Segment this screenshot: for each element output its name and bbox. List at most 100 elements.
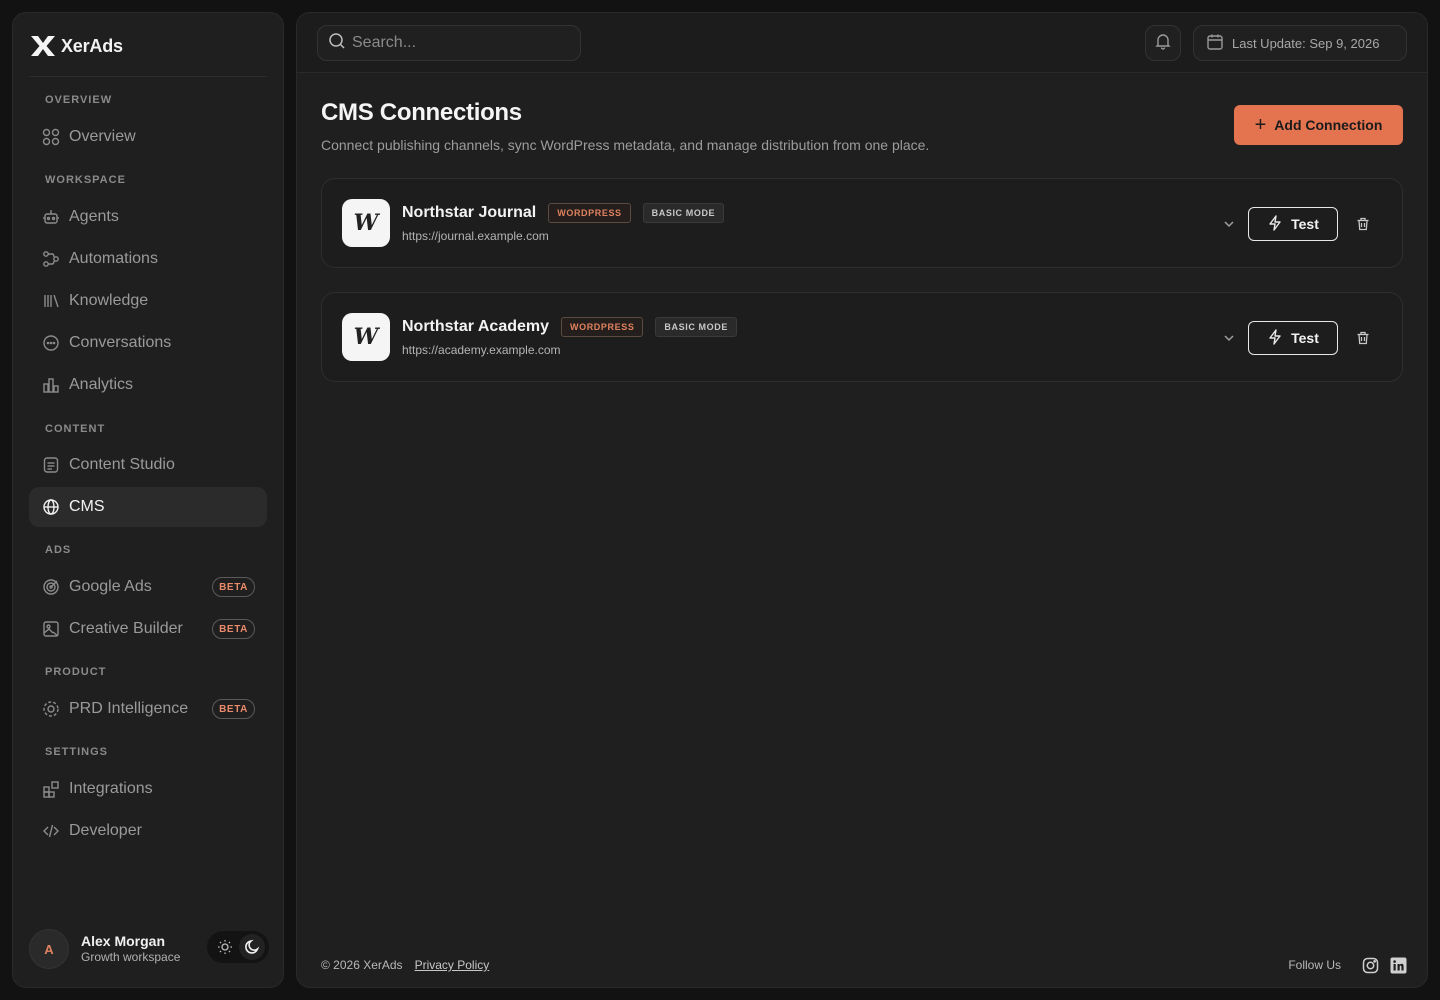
section-ads: ADS: [45, 544, 72, 556]
connection-name: Northstar Academy: [402, 318, 550, 335]
instagram-icon[interactable]: [1361, 956, 1379, 974]
sidebar: XerAds OVERVIEW Overview WORKSPACE Agent…: [12, 12, 284, 988]
bell-icon: [1154, 32, 1172, 55]
sidebar-item-label: Developer: [69, 822, 142, 839]
divider: [29, 76, 267, 77]
sidebar-item-conversations[interactable]: Conversations: [29, 323, 267, 363]
connection-url: https://academy.example.com: [402, 343, 561, 357]
chevron-down-icon[interactable]: [1220, 215, 1238, 233]
sidebar-item-overview[interactable]: Overview: [29, 117, 267, 157]
last-update-text: Last Update: Sep 9, 2026: [1232, 35, 1380, 51]
globe-icon: [42, 498, 60, 516]
trash-icon[interactable]: [1354, 215, 1372, 233]
search-box[interactable]: [317, 25, 581, 61]
chevron-down-icon[interactable]: [1220, 329, 1238, 347]
sidebar-item-creative-builder[interactable]: Creative Builder BETA: [29, 609, 267, 649]
sidebar-item-cms[interactable]: CMS: [29, 487, 267, 527]
section-settings: SETTINGS: [45, 746, 109, 758]
sidebar-item-label: Analytics: [69, 376, 134, 393]
platform-tag: WORDPRESS: [561, 317, 644, 337]
avatar[interactable]: A: [29, 929, 69, 969]
wordpress-logo-icon: W: [342, 313, 390, 361]
sidebar-item-automations[interactable]: Automations: [29, 239, 267, 279]
sidebar-item-label: Conversations: [69, 334, 172, 351]
sidebar-item-label: Knowledge: [69, 292, 149, 309]
sidebar-item-analytics[interactable]: Analytics: [29, 365, 267, 405]
page-subtitle: Connect publishing channels, sync WordPr…: [321, 137, 930, 153]
sidebar-item-label: Integrations: [69, 780, 153, 797]
sidebar-item-label: Creative Builder: [69, 620, 183, 637]
lightning-icon: [1267, 214, 1283, 234]
search-icon: [328, 32, 346, 55]
follow-us-label: Follow Us: [1288, 958, 1341, 972]
sidebar-item-knowledge[interactable]: Knowledge: [29, 281, 267, 321]
sidebar-item-google-ads[interactable]: Google Ads BETA: [29, 567, 267, 607]
xerads-logo-icon: [29, 34, 57, 58]
section-workspace: WORKSPACE: [45, 174, 126, 186]
test-label: Test: [1291, 330, 1319, 346]
privacy-policy-link[interactable]: Privacy Policy: [415, 958, 490, 972]
platform-tag: WORDPRESS: [548, 203, 631, 223]
beta-badge: BETA: [212, 619, 255, 639]
bar-chart-icon: [42, 376, 60, 394]
sidebar-item-agents[interactable]: Agents: [29, 197, 267, 237]
brand-name: XerAds: [61, 35, 123, 56]
calendar-icon: [1206, 33, 1224, 54]
mode-tag: BASIC MODE: [655, 317, 737, 337]
beta-badge: BETA: [212, 577, 255, 597]
sidebar-item-developer[interactable]: Developer: [29, 811, 267, 851]
lightning-icon: [1267, 328, 1283, 348]
library-icon: [42, 292, 60, 310]
sidebar-item-label: Overview: [69, 128, 136, 145]
last-update-badge[interactable]: Last Update: Sep 9, 2026: [1193, 25, 1407, 61]
sidebar-item-label: PRD Intelligence: [69, 700, 189, 717]
user-profile[interactable]: A Alex Morgan Growth workspace: [29, 927, 269, 971]
footer: © 2026 XerAds Privacy Policy Follow Us: [321, 955, 1407, 975]
section-overview: OVERVIEW: [45, 94, 113, 106]
linkedin-icon[interactable]: [1389, 956, 1407, 974]
connection-card[interactable]: W Northstar Journal WORDPRESS BASIC MODE…: [321, 178, 1403, 268]
test-connection-button[interactable]: Test: [1248, 321, 1338, 355]
theme-toggle[interactable]: [207, 931, 269, 963]
trash-icon[interactable]: [1354, 329, 1372, 347]
sidebar-item-label: Content Studio: [69, 456, 175, 473]
cog-icon: [42, 700, 60, 718]
section-content: CONTENT: [45, 423, 106, 435]
notifications-button[interactable]: [1145, 25, 1181, 61]
add-connection-button[interactable]: + Add Connection: [1234, 105, 1403, 145]
moon-icon[interactable]: [238, 934, 265, 960]
code-icon: [42, 822, 60, 840]
sidebar-item-integrations[interactable]: Integrations: [29, 769, 267, 809]
sidebar-item-label: CMS: [69, 498, 105, 515]
sun-icon[interactable]: [212, 934, 238, 960]
user-name: Alex Morgan: [81, 932, 166, 949]
brand-logo[interactable]: XerAds: [29, 33, 123, 59]
chat-icon: [42, 334, 60, 352]
page-title: CMS Connections: [321, 99, 522, 126]
image-icon: [42, 620, 60, 638]
beta-badge: BETA: [212, 699, 255, 719]
grid-icon: [42, 128, 60, 146]
user-workspace: Growth workspace: [81, 950, 181, 965]
test-connection-button[interactable]: Test: [1248, 207, 1338, 241]
topbar: Last Update: Sep 9, 2026: [297, 13, 1427, 73]
search-input[interactable]: [352, 34, 572, 52]
sidebar-item-content-studio[interactable]: Content Studio: [29, 445, 267, 485]
plus-icon: +: [1254, 114, 1267, 136]
sidebar-item-label: Google Ads: [69, 578, 152, 595]
add-connection-label: Add Connection: [1274, 117, 1383, 133]
sidebar-item-label: Agents: [69, 208, 119, 225]
sidebar-item-prd-intelligence[interactable]: PRD Intelligence BETA: [29, 689, 267, 729]
mode-tag: BASIC MODE: [642, 203, 725, 223]
section-product: PRODUCT: [45, 666, 107, 678]
sidebar-item-label: Automations: [69, 250, 158, 267]
connection-name: Northstar Journal: [402, 204, 537, 221]
copyright: © 2026 XerAds: [321, 958, 403, 972]
target-icon: [42, 578, 60, 596]
connection-url: https://journal.example.com: [402, 229, 549, 243]
blocks-icon: [42, 780, 60, 798]
wordpress-logo-icon: W: [342, 199, 390, 247]
robot-icon: [42, 208, 60, 226]
connection-card[interactable]: W Northstar Academy WORDPRESS BASIC MODE…: [321, 292, 1403, 382]
main-panel: Last Update: Sep 9, 2026 CMS Connections…: [296, 12, 1428, 988]
